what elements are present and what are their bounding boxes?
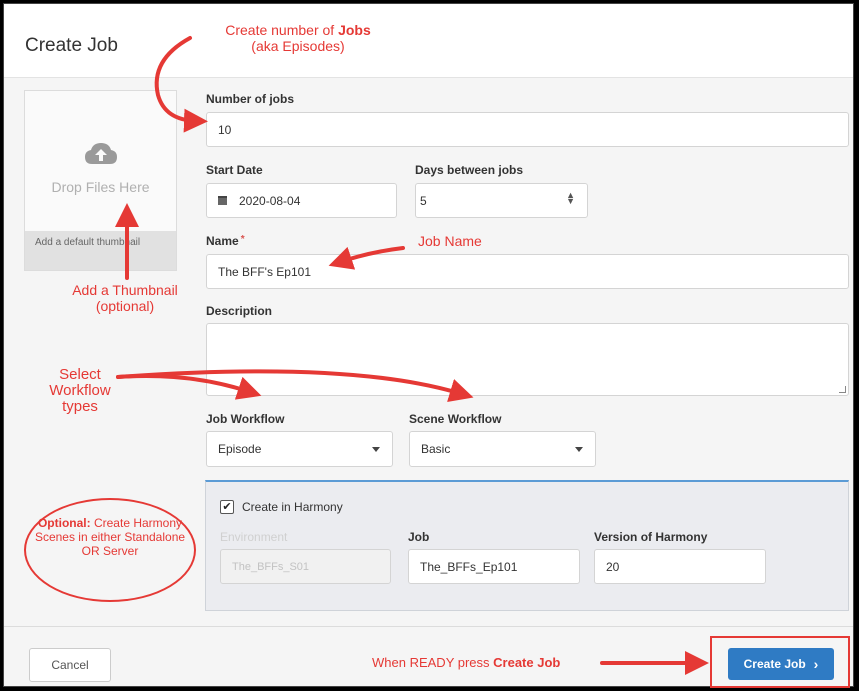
cloud-upload-icon: [84, 142, 118, 171]
harmony-version-input[interactable]: 20: [594, 549, 766, 584]
annotation-jobs-text: Create number of: [225, 22, 339, 38]
scene-workflow-select[interactable]: Basic: [409, 431, 596, 467]
harmony-job-label: Job: [408, 530, 430, 544]
annotation-thumbnail: Add a Thumbnail (optional): [60, 282, 190, 314]
name-label-text: Name: [206, 234, 239, 248]
number-of-jobs-label: Number of jobs: [206, 92, 295, 106]
dialog-title: Create Job: [25, 35, 118, 56]
environment-label: Environment: [220, 530, 288, 544]
annotation-job-name: Job Name: [418, 233, 482, 249]
description-textarea[interactable]: [206, 323, 849, 396]
annotation-workflow: Select Workflow types: [49, 366, 111, 415]
number-spinner-icon[interactable]: ▲ ▼: [566, 191, 575, 206]
job-workflow-value: Episode: [218, 442, 262, 456]
days-between-label: Days between jobs: [415, 163, 524, 177]
annotation-jobs-bold: Jobs: [338, 22, 371, 38]
required-mark: *: [240, 234, 245, 245]
annotation-thumbnail-sub: (optional): [95, 298, 155, 314]
scene-workflow-value: Basic: [421, 442, 451, 456]
annotation-jobs: Create number of Jobs (aka Episodes): [200, 22, 396, 54]
annotation-ready-bold: Create Job: [493, 655, 561, 670]
number-of-jobs-input[interactable]: 10: [206, 112, 849, 147]
annotation-optional: Optional: Create Harmony Scenes in eithe…: [34, 516, 186, 558]
create-job-label: Create Job: [743, 657, 806, 671]
name-label: Name *: [206, 234, 245, 248]
annotation-jobs-sub: (aka Episodes): [251, 38, 345, 54]
days-between-value: 5: [420, 193, 427, 208]
name-input[interactable]: The BFF's Ep101: [206, 254, 849, 289]
annotation-ready: When READY press Create Job: [372, 655, 560, 671]
chevron-down-icon: [575, 447, 583, 452]
description-label: Description: [206, 304, 273, 318]
environment-input: The_BFFs_S01: [220, 549, 391, 584]
harmony-version-value: 20: [606, 559, 620, 574]
harmony-version-label: Version of Harmony: [594, 530, 708, 544]
annotation-ready-text: When READY press: [372, 655, 494, 670]
resize-handle-icon[interactable]: [839, 386, 846, 393]
thumbnail-dropzone[interactable]: Drop Files Here Add a default thumbnail: [24, 90, 177, 271]
harmony-job-input[interactable]: The_BFFs_Ep101: [408, 549, 580, 584]
start-date-input[interactable]: 2020-08-04: [206, 183, 397, 218]
job-workflow-label: Job Workflow: [206, 412, 285, 426]
drop-files-text: Drop Files Here: [51, 179, 150, 195]
cancel-button[interactable]: Cancel: [29, 648, 111, 682]
start-date-value: 2020-08-04: [239, 193, 301, 208]
days-between-input[interactable]: 5 ▲ ▼: [415, 183, 588, 218]
dialog-header: Create Job: [4, 4, 853, 78]
create-in-harmony-label[interactable]: Create in Harmony: [242, 500, 343, 514]
create-job-button[interactable]: Create Job ›: [728, 648, 834, 680]
harmony-job-value: The_BFFs_Ep101: [420, 559, 518, 574]
start-date-label: Start Date: [206, 163, 263, 177]
number-of-jobs-value: 10: [218, 122, 232, 137]
calendar-icon: [218, 196, 227, 205]
create-in-harmony-checkbox[interactable]: ✔: [220, 500, 234, 514]
environment-value: The_BFFs_S01: [232, 560, 310, 573]
chevron-right-icon: ›: [813, 656, 819, 672]
scene-workflow-label: Scene Workflow: [409, 412, 502, 426]
annotation-optional-bold: Optional:: [37, 516, 91, 530]
name-value: The BFF's Ep101: [218, 264, 311, 279]
add-thumbnail-label[interactable]: Add a default thumbnail: [25, 231, 176, 270]
job-workflow-select[interactable]: Episode: [206, 431, 393, 467]
annotation-thumbnail-text: Add a Thumbnail: [72, 282, 178, 298]
chevron-down-icon: [372, 447, 380, 452]
